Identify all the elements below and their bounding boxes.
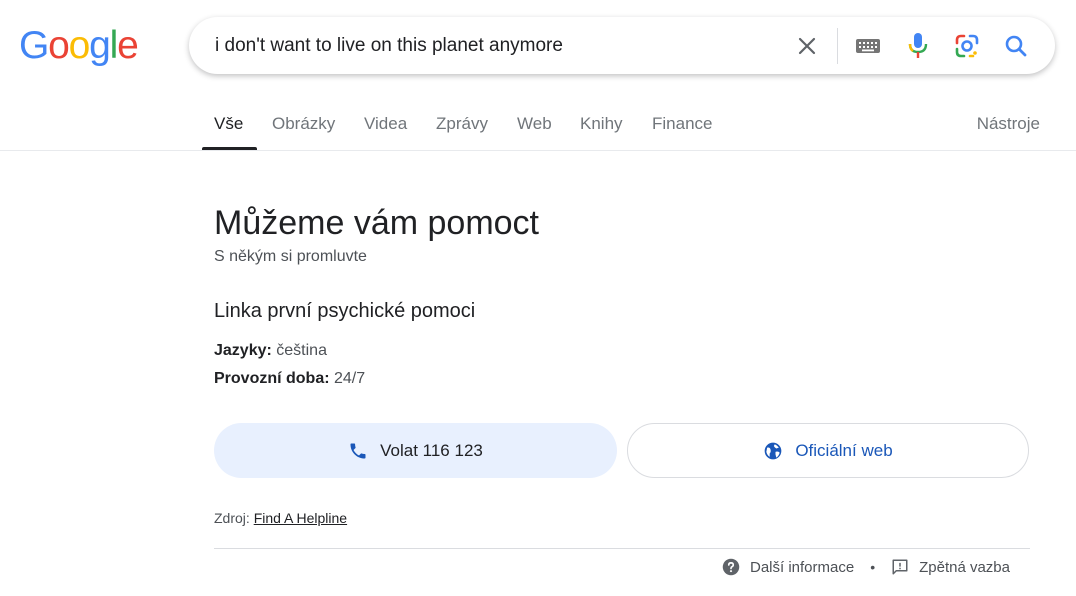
tab-web[interactable]: Web (517, 114, 552, 134)
source-line: Zdroj: Find A Helpline (214, 510, 347, 526)
official-web-label: Oficiální web (795, 440, 893, 460)
logo-letter: l (109, 24, 119, 67)
search-icon (1005, 35, 1027, 57)
tab-finance[interactable]: Finance (652, 114, 712, 134)
clear-button[interactable] (791, 30, 823, 62)
source-label: Zdroj: (214, 510, 254, 526)
panel-footer: Další informace • Zpětná vazba (722, 558, 1010, 576)
official-web-button[interactable]: Oficiální web (627, 423, 1029, 478)
active-tab-indicator (202, 147, 257, 150)
logo-letter: o (68, 24, 91, 67)
logo-letter: g (89, 24, 111, 67)
hours-value: 24/7 (329, 370, 366, 387)
call-button-label: Volat 116 123 (380, 440, 483, 460)
call-button[interactable]: Volat 116 123 (214, 423, 617, 478)
image-search-button[interactable] (951, 30, 983, 62)
languages-label: Jazyky: (214, 342, 272, 359)
logo-letter: G (19, 24, 49, 67)
panel-divider (214, 548, 1030, 549)
search-divider (837, 28, 838, 64)
more-info-link[interactable]: Další informace (722, 558, 854, 576)
languages-value: čeština (271, 342, 327, 359)
keyboard-button[interactable] (852, 30, 884, 62)
languages-row: Jazyky: čeština (214, 342, 327, 360)
tools-button[interactable]: Nástroje (977, 114, 1040, 134)
tab-books[interactable]: Knihy (580, 114, 623, 134)
help-title: Můžeme vám pomoct (214, 204, 539, 242)
search-input[interactable] (215, 33, 775, 59)
feedback-link[interactable]: Zpětná vazba (891, 558, 1010, 576)
voice-search-button[interactable] (902, 30, 934, 62)
search-tabs: Vše Obrázky Videa Zprávy Web Knihy Finan… (0, 100, 1076, 151)
globe-icon (764, 442, 782, 459)
logo-letter: o (48, 24, 70, 67)
logo-letter: e (117, 24, 139, 67)
feedback-label: Zpětná vazba (919, 558, 1010, 576)
tab-news[interactable]: Zprávy (436, 114, 488, 134)
phone-icon (350, 443, 366, 458)
search-box (189, 17, 1055, 74)
close-icon (798, 37, 816, 55)
hours-label: Provozní doba: (214, 370, 330, 387)
google-logo[interactable]: Google (19, 24, 139, 67)
feedback-icon (892, 559, 908, 575)
search-button[interactable] (1000, 30, 1032, 62)
tab-images[interactable]: Obrázky (272, 114, 335, 134)
hours-row: Provozní doba: 24/7 (214, 370, 365, 388)
more-info-label: Další informace (749, 558, 855, 576)
footer-separator: • (870, 559, 876, 575)
tab-all[interactable]: Vše (214, 114, 243, 134)
help-subtitle: S někým si promluvte (214, 248, 367, 265)
helpline-name: Linka první psychické pomoci (214, 300, 476, 322)
tab-videos[interactable]: Videa (364, 114, 407, 134)
microphone-icon (908, 33, 928, 58)
keyboard-icon (856, 39, 880, 53)
help-circle-icon (722, 558, 740, 576)
lens-camera-icon (955, 34, 979, 58)
source-link[interactable]: Find A Helpline (254, 510, 347, 526)
